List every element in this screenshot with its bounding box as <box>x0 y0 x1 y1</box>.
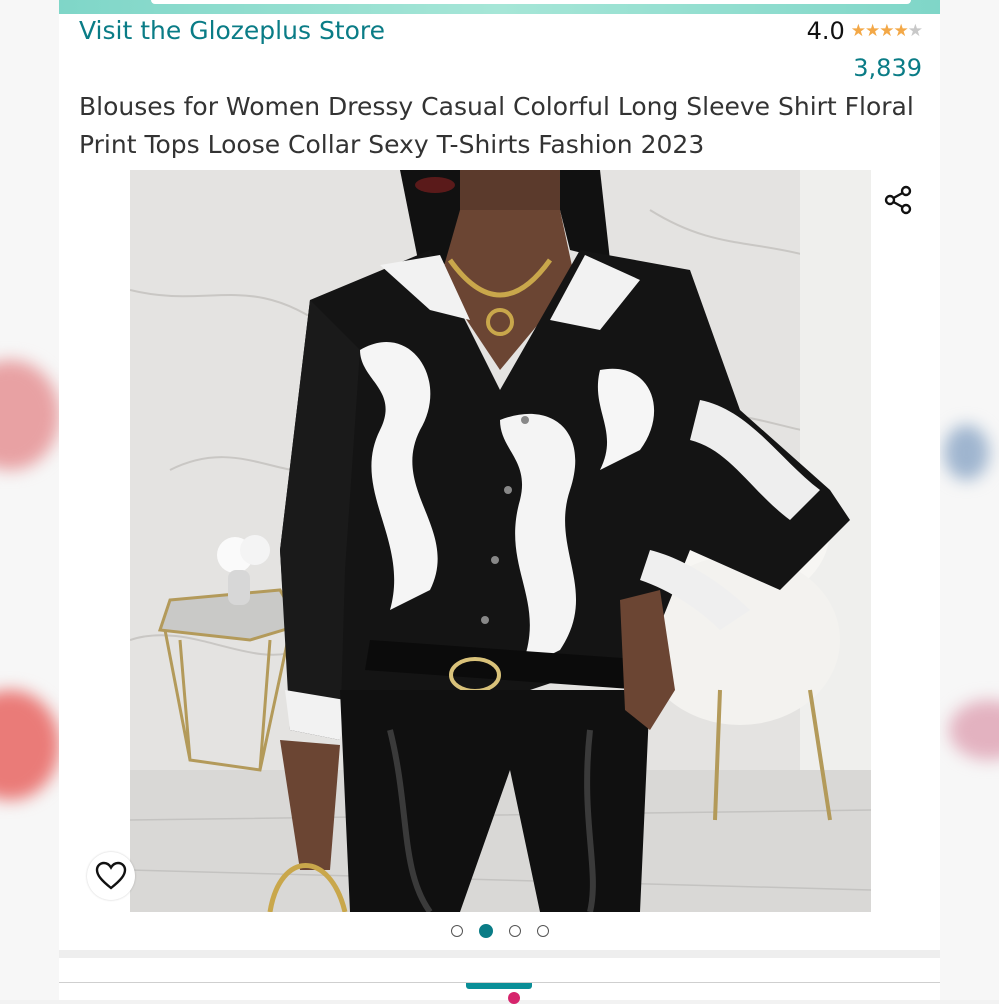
pagination-dot-active[interactable] <box>478 924 493 938</box>
rating-summary[interactable]: 4.0 ★★★★★ <box>806 17 923 45</box>
notification-dot <box>508 992 520 1004</box>
search-header-edge <box>59 0 940 14</box>
star-rating-icon: ★★★★★ <box>850 21 923 41</box>
store-link[interactable]: Visit the Glozeplus Store <box>79 16 385 45</box>
heart-outline-icon <box>95 861 127 890</box>
pagination-dot[interactable] <box>508 925 521 937</box>
pagination-dot[interactable] <box>450 925 463 937</box>
section-divider <box>59 950 940 958</box>
product-card: Visit the Glozeplus Store 4.0 ★★★★★ 3,83… <box>59 0 940 1004</box>
active-tab-indicator[interactable] <box>466 983 532 989</box>
backdrop-blob <box>0 360 60 470</box>
share-icon <box>884 185 912 215</box>
backdrop-blob <box>949 700 999 760</box>
backdrop-blob <box>0 690 60 800</box>
product-photo-illustration <box>130 170 871 912</box>
star-icon: ★ <box>850 21 866 41</box>
review-count-link[interactable]: 3,839 <box>853 54 922 82</box>
product-photo[interactable] <box>130 170 871 912</box>
wishlist-button[interactable] <box>87 852 135 900</box>
product-image-carousel[interactable] <box>59 170 940 912</box>
image-pagination <box>59 912 940 950</box>
share-button[interactable] <box>874 176 922 224</box>
star-icon: ★ <box>907 21 923 41</box>
star-icon: ★ <box>879 21 894 41</box>
pagination-dot[interactable] <box>536 925 549 937</box>
star-icon: ★ <box>893 21 909 41</box>
star-icon: ★ <box>865 21 880 41</box>
rating-value: 4.0 <box>806 17 845 45</box>
product-title: Blouses for Women Dressy Casual Colorful… <box>79 92 914 159</box>
search-bar-edge[interactable] <box>151 0 911 4</box>
backdrop-blob <box>944 425 989 480</box>
